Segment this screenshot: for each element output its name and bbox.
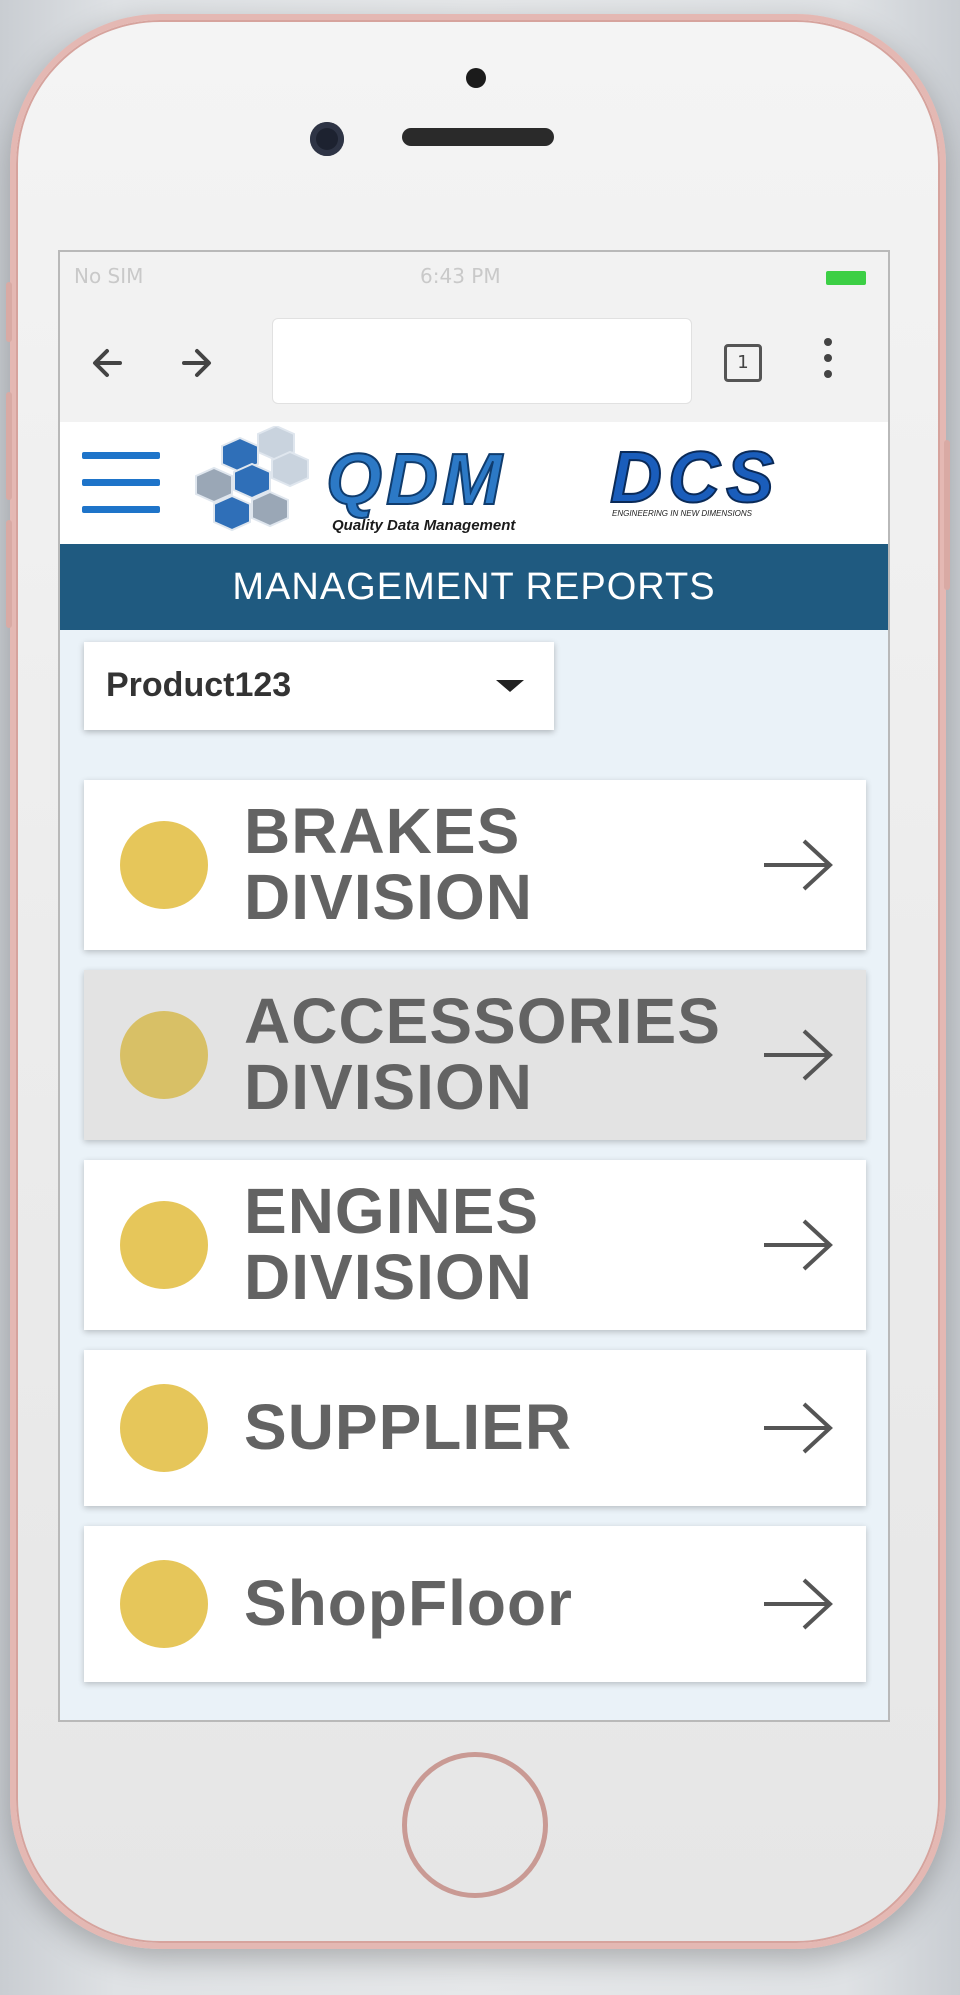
phone-screen: No SIM 6:43 PM 1 QDM Quality Data Manage… <box>58 250 890 1722</box>
more-vertical-icon[interactable] <box>822 338 834 388</box>
dcs-logo-tagline: ENGINEERING IN NEW DIMENSIONS <box>612 509 753 518</box>
division-card-shopfloor[interactable]: ShopFloor <box>84 1526 866 1682</box>
qdm-logo-text: QDM <box>326 440 506 520</box>
dcs-logo: DCS ENGINEERING IN NEW DIMENSIONS <box>609 444 780 519</box>
status-dot <box>120 1384 208 1472</box>
division-card-brakes[interactable]: BRAKES DIVISION <box>84 780 866 950</box>
back-button[interactable] <box>80 334 138 392</box>
hamburger-icon[interactable] <box>82 452 160 516</box>
division-label: SUPPLIER <box>244 1391 573 1463</box>
status-bar: No SIM 6:43 PM <box>60 252 888 304</box>
arrow-right-icon <box>182 349 211 377</box>
qdm-logo: QDM Quality Data Management <box>195 426 516 534</box>
division-card-engines[interactable]: ENGINES DIVISION <box>84 1160 866 1330</box>
status-dot <box>120 1201 208 1289</box>
tab-count: 1 <box>737 352 749 373</box>
arrow-right-icon <box>764 1578 833 1630</box>
arrow-right-icon <box>764 1219 833 1271</box>
battery-icon <box>826 271 866 285</box>
reports-content: Product123 BRAKES DIVISION ACCESSORIES DIV… <box>60 630 888 1720</box>
volume-up-button <box>6 392 12 500</box>
status-dot <box>120 1011 208 1099</box>
division-label: BRAKES DIVISION <box>244 795 533 933</box>
caret-down-icon <box>496 680 524 692</box>
home-button[interactable] <box>402 1752 548 1898</box>
status-dot <box>120 1560 208 1648</box>
arrow-right-icon <box>764 1402 833 1454</box>
dcs-logo-text: DCS <box>610 444 780 518</box>
browser-toolbar: 1 <box>60 304 888 423</box>
power-button <box>944 440 950 590</box>
section-title: MANAGEMENT REPORTS <box>60 544 888 630</box>
division-label: ENGINES DIVISION <box>244 1175 540 1313</box>
earpiece-speaker <box>402 128 554 146</box>
tabs-button[interactable]: 1 <box>724 344 762 382</box>
division-card-accessories[interactable]: ACCESSORIES DIVISION <box>84 970 866 1140</box>
status-time: 6:43 PM <box>420 264 501 288</box>
division-label: ShopFloor <box>244 1567 573 1639</box>
carrier-label: No SIM <box>74 264 144 288</box>
arrow-right-icon <box>764 1029 833 1081</box>
front-camera <box>310 122 344 156</box>
product-select-value: Product123 <box>106 666 292 704</box>
division-card-supplier[interactable]: SUPPLIER <box>84 1350 866 1506</box>
forward-button[interactable] <box>168 334 226 392</box>
app-header: QDM Quality Data Management DCS ENGINEER… <box>60 422 888 544</box>
division-label: ACCESSORIES DIVISION <box>244 985 721 1123</box>
status-dot <box>120 821 208 909</box>
product-select[interactable]: Product123 <box>84 642 554 730</box>
arrow-right-icon <box>764 839 833 891</box>
arrow-left-icon <box>93 349 122 377</box>
proximity-sensor <box>466 68 486 88</box>
address-bar[interactable] <box>272 318 692 404</box>
mute-switch <box>6 282 12 342</box>
qdm-logo-tagline: Quality Data Management <box>332 517 516 534</box>
volume-down-button <box>6 520 12 628</box>
